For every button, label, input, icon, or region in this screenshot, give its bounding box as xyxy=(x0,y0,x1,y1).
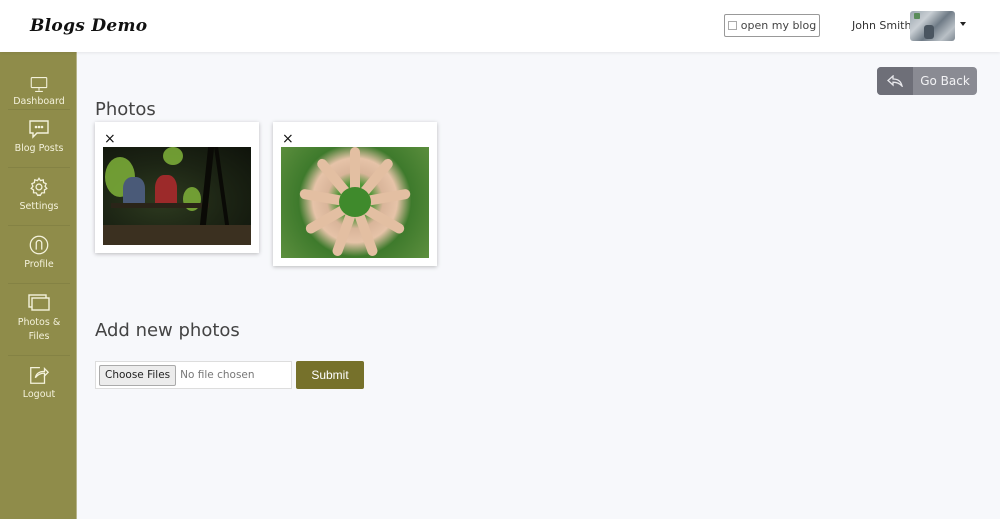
chat-bubble-icon xyxy=(29,120,49,139)
photo-thumbnail[interactable] xyxy=(281,147,429,258)
file-input[interactable]: Choose Files No file chosen xyxy=(95,361,292,389)
photo-thumbnail[interactable] xyxy=(103,147,251,245)
sidebar-item-dashboard[interactable]: Dashboard xyxy=(8,52,70,110)
close-icon[interactable]: × xyxy=(104,132,116,146)
sidebar-item-photos-files[interactable]: Photos & Files xyxy=(8,284,70,356)
reply-arrow-icon xyxy=(877,67,913,95)
photos-stack-icon xyxy=(28,294,50,311)
sidebar-label: Dashboard xyxy=(13,96,65,107)
caret-down-icon[interactable] xyxy=(960,22,966,26)
sidebar-item-profile[interactable]: Profile xyxy=(8,226,70,284)
go-back-button[interactable]: Go Back xyxy=(877,67,977,95)
app-logo[interactable]: Blogs Demo xyxy=(30,16,147,36)
go-back-label: Go Back xyxy=(920,74,970,88)
open-my-blog-label: open my blog xyxy=(740,19,817,32)
photos-heading: Photos xyxy=(95,99,156,120)
user-name[interactable]: John Smith xyxy=(852,19,911,32)
sidebar-label: Settings xyxy=(19,201,59,212)
close-icon[interactable]: × xyxy=(282,132,294,146)
sidebar-label: Photos & Files xyxy=(17,317,61,342)
photo-card: × xyxy=(273,122,437,266)
photo-card: × xyxy=(95,122,259,253)
sidebar-label: Logout xyxy=(22,389,56,400)
sidebar: Dashboard Blog Posts Settings Profile Ph… xyxy=(0,52,77,519)
sidebar-label: Blog Posts xyxy=(14,143,64,154)
avatar[interactable] xyxy=(910,11,955,41)
open-my-blog-button[interactable]: open my blog xyxy=(724,14,820,37)
sidebar-item-blog-posts[interactable]: Blog Posts xyxy=(8,110,70,168)
top-bar: Blogs Demo open my blog John Smith xyxy=(0,0,1000,52)
external-link-icon xyxy=(727,21,737,30)
sidebar-item-settings[interactable]: Settings xyxy=(8,168,70,226)
gear-icon xyxy=(30,177,48,197)
sidebar-label: Profile xyxy=(24,259,54,270)
add-photos-heading: Add new photos xyxy=(95,320,240,341)
sidebar-item-logout[interactable]: Logout xyxy=(8,356,70,414)
choose-files-button[interactable]: Choose Files xyxy=(99,364,177,386)
monitor-icon xyxy=(30,77,48,92)
no-file-chosen-text: No file chosen xyxy=(180,369,255,381)
share-out-icon xyxy=(30,367,50,384)
submit-button[interactable]: Submit xyxy=(296,361,364,389)
user-circle-icon xyxy=(29,235,49,255)
